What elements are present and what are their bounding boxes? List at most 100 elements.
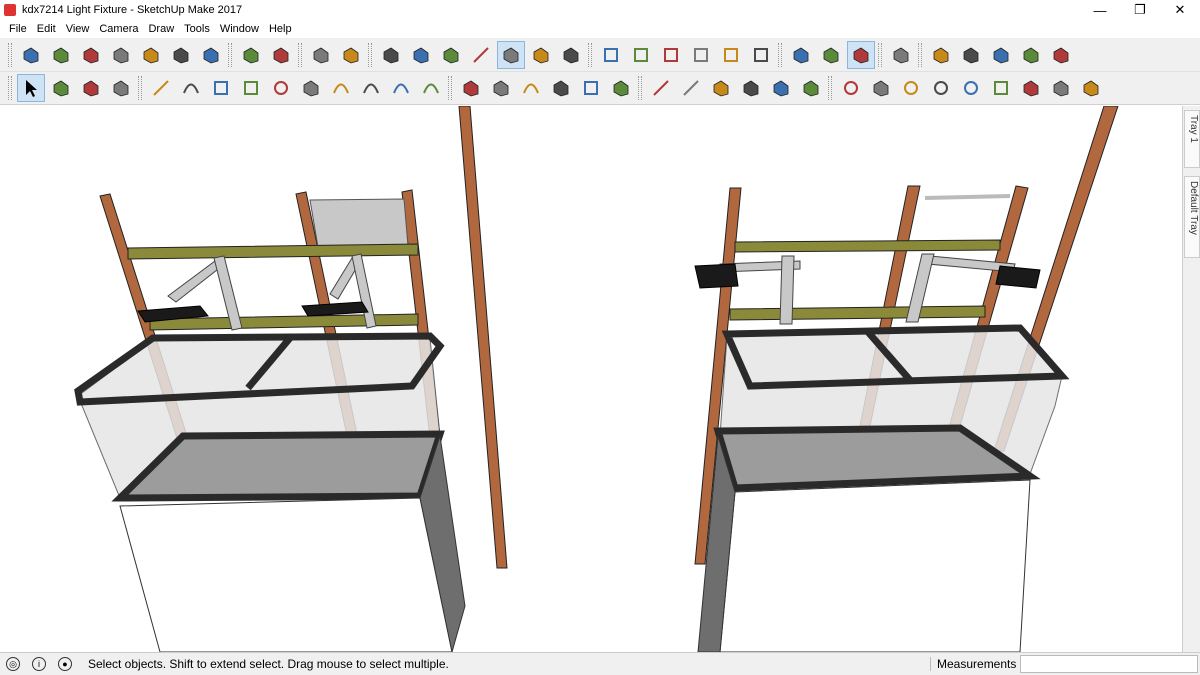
layer-2-button[interactable]: [957, 41, 985, 69]
credits-icon[interactable]: i: [32, 657, 46, 671]
close-button[interactable]: ✕: [1160, 0, 1200, 20]
zoom-button[interactable]: [897, 74, 925, 102]
erase-button[interactable]: [197, 41, 225, 69]
layer-4-button[interactable]: [1017, 41, 1045, 69]
toolbar-separator[interactable]: [828, 76, 832, 100]
freehand-button[interactable]: [177, 74, 205, 102]
walk-2-button[interactable]: [1077, 74, 1105, 102]
arc-button[interactable]: [327, 74, 355, 102]
toolbar-separator[interactable]: [448, 76, 452, 100]
menu-window[interactable]: Window: [215, 23, 264, 35]
orbit-button[interactable]: [837, 74, 865, 102]
paint-bucket-button[interactable]: [77, 74, 105, 102]
layer-5-button[interactable]: [1047, 41, 1075, 69]
circle-button[interactable]: [267, 74, 295, 102]
look-around-2-button[interactable]: [1047, 74, 1075, 102]
toolbar-separator[interactable]: [8, 42, 12, 67]
menu-view[interactable]: View: [61, 23, 95, 35]
tape-measure-button[interactable]: [647, 74, 675, 102]
rotate-button[interactable]: [517, 74, 545, 102]
undo-button[interactable]: [237, 41, 265, 69]
model-info-button[interactable]: [337, 41, 365, 69]
layer-3-button[interactable]: [987, 41, 1015, 69]
print-button[interactable]: [307, 41, 335, 69]
measurements-input[interactable]: [1020, 655, 1198, 673]
left-view-button[interactable]: [747, 41, 775, 69]
xray-button[interactable]: [377, 41, 405, 69]
right-view-button[interactable]: [687, 41, 715, 69]
toolbar-separator[interactable]: [918, 42, 922, 67]
position-camera-button[interactable]: [787, 41, 815, 69]
select-button[interactable]: [17, 74, 45, 102]
toolbar-separator[interactable]: [8, 76, 12, 100]
menu-draw[interactable]: Draw: [143, 23, 179, 35]
right-upper-shelf: [734, 239, 1001, 253]
zoom-window-button[interactable]: [927, 74, 955, 102]
layer-1-button[interactable]: [927, 41, 955, 69]
protractor-button[interactable]: [707, 74, 735, 102]
toolbar-separator[interactable]: [638, 76, 642, 100]
iso-view-button[interactable]: [597, 41, 625, 69]
look-around-button[interactable]: [817, 41, 845, 69]
line-button[interactable]: [147, 74, 175, 102]
back-edges-button[interactable]: [407, 41, 435, 69]
default-tray-tab[interactable]: Default Tray: [1184, 176, 1200, 258]
axes-button[interactable]: [767, 74, 795, 102]
minimize-button[interactable]: —: [1080, 0, 1120, 20]
toolbar-separator[interactable]: [228, 42, 232, 67]
cut-button[interactable]: [107, 41, 135, 69]
toolbar-separator[interactable]: [878, 42, 882, 67]
push-pull-button[interactable]: [487, 74, 515, 102]
move-button[interactable]: [457, 74, 485, 102]
wireframe-button[interactable]: [437, 41, 465, 69]
toolbar-separator[interactable]: [138, 76, 142, 100]
geo-location-icon[interactable]: ◎: [6, 657, 20, 671]
toolbar-separator[interactable]: [368, 42, 372, 67]
two-point-arc-button[interactable]: [357, 74, 385, 102]
menu-edit[interactable]: Edit: [32, 23, 61, 35]
polygon-button[interactable]: [297, 74, 325, 102]
account-icon[interactable]: ●: [58, 657, 72, 671]
shaded-textures-button[interactable]: [527, 41, 555, 69]
restore-button[interactable]: ❐: [1120, 0, 1160, 20]
dimension-button[interactable]: [677, 74, 705, 102]
rotated-rectangle-button[interactable]: [237, 74, 265, 102]
model-viewport[interactable]: [0, 106, 1182, 652]
save-button[interactable]: [77, 41, 105, 69]
eraser-button[interactable]: [107, 74, 135, 102]
menu-camera[interactable]: Camera: [94, 23, 143, 35]
toolbar-separator[interactable]: [778, 42, 782, 67]
top-view-button[interactable]: [627, 41, 655, 69]
toolbar-separator[interactable]: [588, 42, 592, 67]
components-button[interactable]: [887, 41, 915, 69]
hidden-line-button[interactable]: [467, 41, 495, 69]
position-camera-2-button[interactable]: [1017, 74, 1045, 102]
pie-button[interactable]: [417, 74, 445, 102]
open-button[interactable]: [47, 41, 75, 69]
new-model-button[interactable]: [17, 41, 45, 69]
shaded-button[interactable]: [497, 40, 525, 69]
copy-button[interactable]: [137, 41, 165, 69]
follow-me-button[interactable]: [547, 74, 575, 102]
rectangle-button[interactable]: [207, 74, 235, 102]
back-view-button[interactable]: [717, 41, 745, 69]
make-component-button[interactable]: [47, 74, 75, 102]
scale-button[interactable]: [577, 74, 605, 102]
toolbar-separator[interactable]: [298, 42, 302, 67]
menu-help[interactable]: Help: [264, 23, 297, 35]
pan-button[interactable]: [867, 74, 895, 102]
previous-view-button[interactable]: [987, 74, 1015, 102]
three-point-arc-button[interactable]: [387, 74, 415, 102]
front-view-button[interactable]: [657, 41, 685, 69]
redo-button[interactable]: [267, 41, 295, 69]
monochrome-button[interactable]: [557, 41, 585, 69]
paste-button[interactable]: [167, 41, 195, 69]
text-button[interactable]: [737, 74, 765, 102]
menu-file[interactable]: File: [4, 23, 32, 35]
offset-button[interactable]: [607, 74, 635, 102]
walk-button[interactable]: [847, 40, 875, 69]
tray-1-tab[interactable]: Tray 1: [1184, 110, 1200, 168]
zoom-extents-button[interactable]: [957, 74, 985, 102]
menu-tools[interactable]: Tools: [179, 23, 215, 35]
3d-text-button[interactable]: [797, 74, 825, 102]
